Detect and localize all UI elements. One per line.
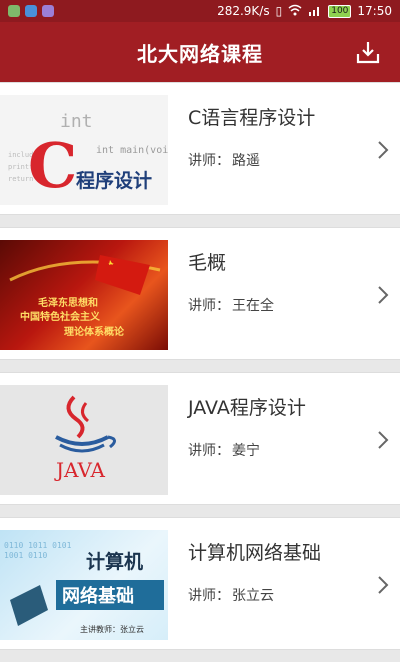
svg-text:int main(void): int main(void) [96, 145, 168, 156]
chevron-right-icon [378, 141, 389, 159]
course-item[interactable]: int int main(void) include printf return… [0, 82, 400, 215]
course-item[interactable]: 毛泽东思想和 中国特色社会主义 理论体系概论 毛概 讲师： 王在全 [0, 227, 400, 360]
svg-text:网络基础: 网络基础 [62, 585, 134, 607]
chevron-right-icon [378, 286, 389, 304]
course-thumbnail: JAVA [0, 385, 168, 495]
chevron-right-icon [378, 431, 389, 449]
status-bar: 282.9K/s ▯ 100 17:50 [0, 0, 400, 22]
svg-text:0110 1011 0101: 0110 1011 0101 [4, 541, 72, 550]
course-list: int int main(void) include printf return… [0, 82, 400, 662]
course-info: JAVA程序设计 讲师： 姜宁 [188, 393, 368, 460]
teacher-name: 张立云 [232, 588, 274, 604]
teacher-label: 讲师： [188, 298, 230, 314]
download-icon [356, 42, 380, 64]
course-name: JAVA程序设计 [188, 397, 306, 419]
course-teacher: 讲师： 姜宁 [188, 440, 368, 460]
teacher-label: 讲师： [188, 443, 230, 459]
teacher-label: 讲师： [188, 588, 230, 604]
course-teacher: 讲师： 张立云 [188, 585, 368, 605]
course-teacher: 讲师： 王在全 [188, 295, 368, 315]
svg-text:主讲教师：张立云: 主讲教师：张立云 [80, 624, 144, 634]
course-name: 毛概 [188, 252, 227, 274]
svg-text:程序设计: 程序设计 [76, 169, 152, 192]
signal-icon [308, 4, 322, 19]
download-button[interactable] [354, 38, 382, 66]
course-info: 计算机网络基础 讲师： 张立云 [188, 538, 368, 605]
wifi-icon [288, 4, 302, 19]
teacher-name: 王在全 [232, 298, 274, 314]
svg-text:毛泽东思想和: 毛泽东思想和 [38, 296, 98, 309]
teacher-name: 姜宁 [232, 443, 260, 459]
svg-text:C: C [28, 129, 77, 202]
course-name: C语言程序设计 [188, 107, 316, 129]
course-info: C语言程序设计 讲师： 路遥 [188, 103, 368, 170]
battery-indicator: 100 [328, 4, 352, 18]
course-thumbnail: 0110 1011 0101 1001 0110 计算机 网络基础 主讲教师：张… [0, 530, 168, 640]
chevron-right-icon [378, 576, 389, 594]
svg-text:中国特色社会主义: 中国特色社会主义 [20, 310, 101, 323]
course-item[interactable]: 0110 1011 0101 1001 0110 计算机 网络基础 主讲教师：张… [0, 517, 400, 650]
svg-text:理论体系概论: 理论体系概论 [64, 325, 125, 338]
course-name: 计算机网络基础 [188, 542, 322, 564]
course-teacher: 讲师： 路遥 [188, 150, 368, 170]
clock: 17:50 [357, 4, 392, 18]
page-title: 北大网络课程 [137, 41, 263, 66]
course-item[interactable]: JAVA JAVA程序设计 讲师： 姜宁 [0, 372, 400, 505]
vibrate-icon: ▯ [275, 4, 283, 18]
svg-text:计算机: 计算机 [86, 550, 143, 573]
teacher-label: 讲师： [188, 153, 230, 169]
teacher-name: 路遥 [232, 153, 260, 169]
course-info: 毛概 讲师： 王在全 [188, 248, 368, 315]
network-speed: 282.9K/s [217, 4, 270, 18]
notification-app-icon [8, 5, 20, 17]
notification-app-icon [42, 5, 54, 17]
notification-app-icon [25, 5, 37, 17]
app-bar: 北大网络课程 [0, 22, 400, 82]
svg-text:JAVA: JAVA [54, 458, 106, 482]
svg-text:1001 0110: 1001 0110 [4, 551, 48, 560]
course-thumbnail: int int main(void) include printf return… [0, 95, 168, 205]
course-thumbnail: 毛泽东思想和 中国特色社会主义 理论体系概论 [0, 240, 168, 350]
